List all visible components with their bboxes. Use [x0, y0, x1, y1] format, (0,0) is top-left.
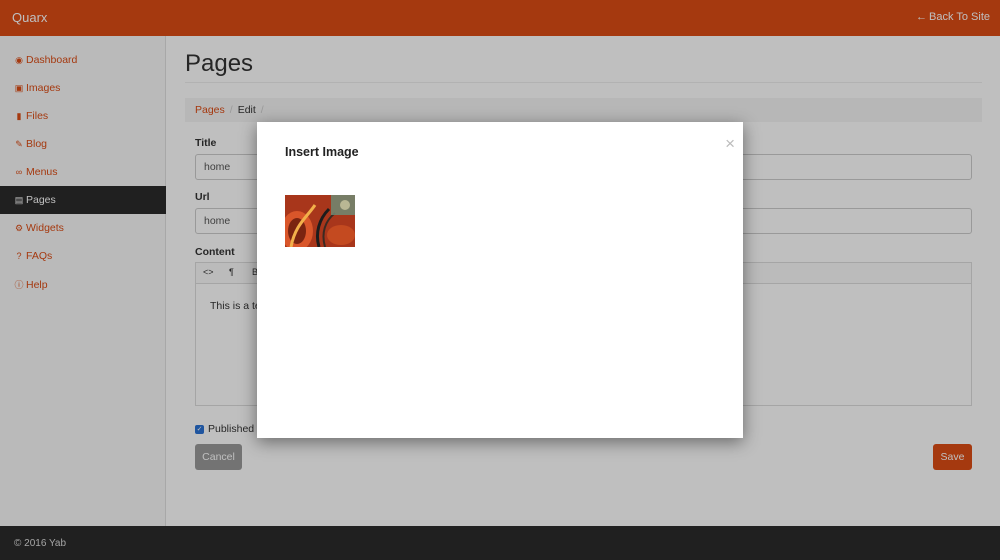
violin-photo-icon [285, 195, 355, 247]
image-thumbnail[interactable] [285, 195, 355, 247]
close-icon[interactable]: × [725, 135, 735, 152]
insert-image-modal: Insert Image × [257, 122, 743, 438]
modal-title: Insert Image [285, 145, 359, 159]
